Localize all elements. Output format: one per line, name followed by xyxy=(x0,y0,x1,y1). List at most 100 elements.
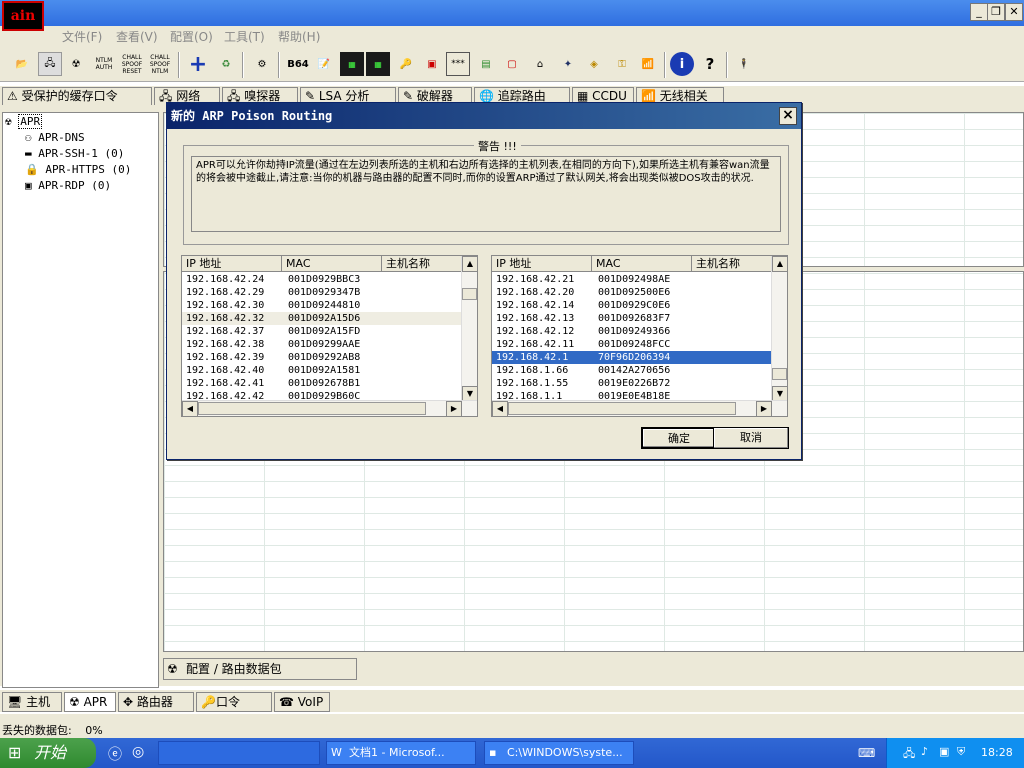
rdp-icon[interactable]: ▣ xyxy=(420,52,444,76)
home-icon[interactable]: ⌂ xyxy=(528,52,552,76)
scroll-left-arrow[interactable]: ◀ xyxy=(182,401,198,416)
scroll-right-arrow[interactable]: ▶ xyxy=(756,401,772,416)
dialog-close-button[interactable]: × xyxy=(779,107,797,125)
chall-spoof-reset-icon[interactable]: CHALL SPOOF RESET xyxy=(120,52,144,76)
scroll-thumb[interactable] xyxy=(772,368,787,380)
task-word-document[interactable]: W 文档1 - Microsof... xyxy=(326,741,476,765)
vpn-screen-icon[interactable]: ▦ xyxy=(366,52,390,76)
scroll-up-arrow[interactable]: ▲ xyxy=(772,256,787,272)
network-tray-icon[interactable]: 🖧 xyxy=(903,745,915,764)
ie-icon[interactable]: ⓔ xyxy=(108,744,122,764)
host-row[interactable]: 192.168.42.14 001D0929C0E6 xyxy=(492,299,772,312)
scroll-thumb[interactable] xyxy=(508,402,736,415)
column-header-mac[interactable]: MAC xyxy=(282,256,382,272)
scroll-up-arrow[interactable]: ▲ xyxy=(462,256,477,272)
host-row[interactable]: 192.168.1.66 00142A270656 xyxy=(492,364,772,377)
close-button[interactable]: ✕ xyxy=(1005,3,1023,21)
base64-icon[interactable]: B64 xyxy=(286,52,310,76)
wireless-icon[interactable]: 📶 xyxy=(636,52,660,76)
user-icon[interactable]: 🕴 xyxy=(732,52,756,76)
right-list-vscroll[interactable]: ▲ ▼ xyxy=(771,256,787,402)
scroll-left-arrow[interactable]: ◀ xyxy=(492,401,508,416)
column-header-ip[interactable]: IP 地址 xyxy=(492,256,592,272)
tree-item-apr-dns[interactable]: ⚇ APR-DNS xyxy=(25,131,85,144)
tree-item-apr-rdp[interactable]: ▣ APR-RDP (0) xyxy=(25,179,111,192)
host-row[interactable]: 192.168.42.39 001D09292AB8 xyxy=(182,351,462,364)
notes-icon[interactable]: 📝 xyxy=(312,52,336,76)
menu-file[interactable]: 文件(F) xyxy=(62,28,102,45)
scroll-thumb[interactable] xyxy=(462,288,477,300)
ntlm-auth-icon[interactable]: NTLM AUTH xyxy=(92,52,116,76)
host-row[interactable]: 192.168.42.12 001D09249366 xyxy=(492,325,772,338)
column-header-ip[interactable]: IP 地址 xyxy=(182,256,282,272)
tab-protected-cache[interactable]: ⚠ 受保护的缓存口令 xyxy=(2,87,152,105)
cain-app-icon[interactable]: ain xyxy=(2,1,44,31)
host-row[interactable]: 192.168.42.38 001D09299AAE xyxy=(182,338,462,351)
host-row[interactable]: 192.168.42.40 001D092A1581 xyxy=(182,364,462,377)
info-icon[interactable]: i xyxy=(670,52,694,76)
host-row[interactable]: 192.168.42.20 001D092500E6 xyxy=(492,286,772,299)
start-button[interactable]: ⊞ 开始 xyxy=(0,738,96,768)
tab-voip[interactable]: ☎ VoIP xyxy=(274,692,330,712)
tab-passwords[interactable]: 🔑口令 xyxy=(196,692,272,712)
network-icon[interactable]: ✦ xyxy=(556,52,580,76)
config-routing-tab[interactable]: ☢ 配置 / 路由数据包 xyxy=(163,658,357,680)
menu-view[interactable]: 查看(V) xyxy=(116,28,158,45)
tree-item-apr-https[interactable]: 🔒 APR-HTTPS (0) xyxy=(25,163,131,176)
column-header-mac[interactable]: MAC xyxy=(592,256,692,272)
tab-apr[interactable]: ☢ APR xyxy=(64,692,116,712)
menu-tools[interactable]: 工具(T) xyxy=(224,28,265,45)
left-list-vscroll[interactable]: ▲ ▼ xyxy=(461,256,477,402)
host-row[interactable]: 192.168.42.13 001D092683F7 xyxy=(492,312,772,325)
task-cmd-window[interactable]: ▪ C:\WINDOWS\syste... xyxy=(484,741,634,765)
help-question-icon[interactable]: ? xyxy=(698,52,722,76)
scroll-right-arrow[interactable]: ▶ xyxy=(446,401,462,416)
lsa-screen-icon[interactable]: ▦ xyxy=(340,52,364,76)
password-icon[interactable]: *** xyxy=(446,52,470,76)
menu-config[interactable]: 配置(O) xyxy=(170,28,213,45)
recycle-icon[interactable]: ♻ xyxy=(214,52,238,76)
host-row[interactable]: 192.168.42.41 001D092678B1 xyxy=(182,377,462,390)
lock-key-icon[interactable]: ⚿ xyxy=(610,52,634,76)
column-header-hostname[interactable]: 主机名称 xyxy=(692,256,772,272)
shield-tray-icon[interactable]: ⛨ xyxy=(957,745,965,759)
column-header-hostname[interactable]: 主机名称 xyxy=(382,256,462,272)
host-row[interactable]: 192.168.42.30 001D09244810 xyxy=(182,299,462,312)
host-row[interactable]: 192.168.42.24 001D0929BBC3 xyxy=(182,273,462,286)
ok-button[interactable]: 确定 xyxy=(641,427,717,449)
cancel-button[interactable]: 取消 xyxy=(713,427,789,449)
tab-hosts[interactable]: 🖥 主机 xyxy=(2,692,62,712)
left-host-list[interactable]: IP 地址 MAC 主机名称 192.168.42.24 001D0929BBC3… xyxy=(181,255,478,417)
open-folder-icon[interactable]: 📂 xyxy=(10,52,34,76)
host-row[interactable]: 192.168.42.32 001D092A15D6 xyxy=(182,312,462,325)
apr-radiation-icon[interactable]: ☢ xyxy=(64,52,88,76)
database-icon[interactable]: ◈ xyxy=(582,52,606,76)
host-row[interactable]: 192.168.42.11 001D09248FCC xyxy=(492,338,772,351)
host-row[interactable]: 192.168.42.21 001D092498AE xyxy=(492,273,772,286)
sound-tray-icon[interactable]: ♪ xyxy=(921,745,928,758)
terminal-icon[interactable]: ▢ xyxy=(500,52,524,76)
tab-routers[interactable]: ✥ 路由器 xyxy=(118,692,194,712)
right-list-hscroll[interactable]: ◀ ▶ xyxy=(492,400,787,416)
tree-root-apr[interactable]: ☢ APR xyxy=(5,114,43,129)
security-tray-icon[interactable]: ▣ xyxy=(939,745,949,758)
certificate-icon[interactable]: ⚙ xyxy=(250,52,274,76)
host-row[interactable]: 192.168.42.29 001D0929347B xyxy=(182,286,462,299)
menu-help[interactable]: 帮助(H) xyxy=(278,28,320,45)
right-host-list[interactable]: IP 地址 MAC 主机名称 192.168.42.21 001D092498AE… xyxy=(491,255,788,417)
minimize-button[interactable]: _ xyxy=(970,3,988,21)
add-plus-icon[interactable]: + xyxy=(186,52,210,77)
chall-spoof-ntlm-icon[interactable]: CHALL SPOOF NTLM xyxy=(148,52,172,76)
sniffer-start-icon[interactable]: 🖧 xyxy=(38,52,62,76)
key-icon[interactable]: 🔑 xyxy=(394,52,418,76)
cisco-icon[interactable]: ▤ xyxy=(474,52,498,76)
media-icon[interactable]: ◎ xyxy=(132,744,144,760)
left-list-hscroll[interactable]: ◀ ▶ xyxy=(182,400,477,416)
host-row[interactable]: 192.168.1.55 0019E0226B72 xyxy=(492,377,772,390)
scroll-thumb[interactable] xyxy=(198,402,426,415)
host-row[interactable]: 192.168.42.1 70F96D206394 xyxy=(492,351,772,364)
host-row[interactable]: 192.168.42.37 001D092A15FD xyxy=(182,325,462,338)
restore-button[interactable]: ❐ xyxy=(987,3,1005,21)
tree-item-apr-ssh[interactable]: ▬ APR-SSH-1 (0) xyxy=(25,147,124,160)
keyboard-icon[interactable]: ⌨ xyxy=(858,746,875,760)
